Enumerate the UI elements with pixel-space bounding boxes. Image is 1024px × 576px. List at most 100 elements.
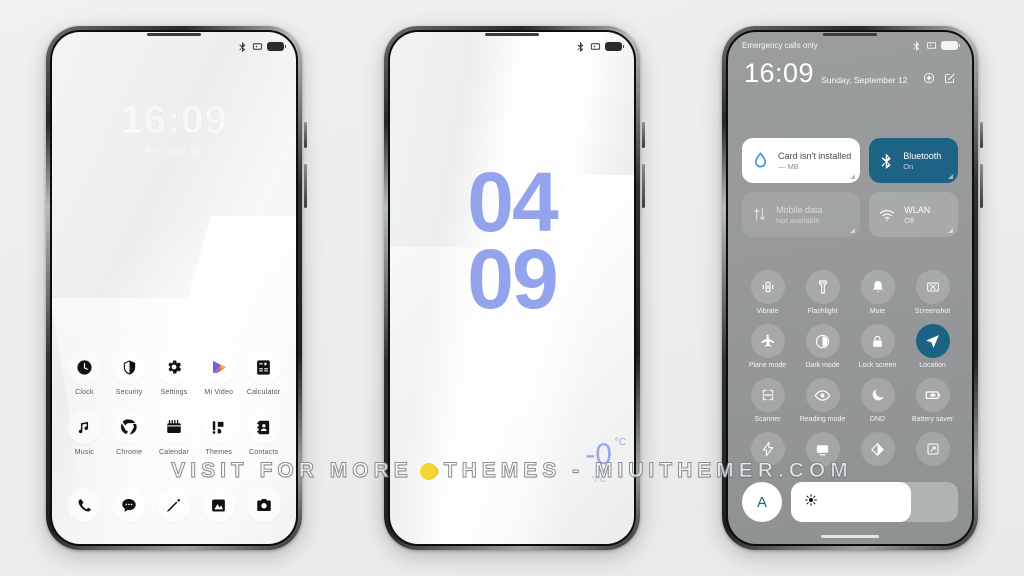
- expand-corner-icon[interactable]: [948, 174, 953, 179]
- tile-mobile-data[interactable]: Mobile data Not available: [742, 192, 861, 237]
- toggle-reading-mode[interactable]: Reading mode: [795, 378, 850, 423]
- dock-messages[interactable]: [107, 488, 152, 522]
- phone-device-control-center: Emergency calls only 16:09 Sunday, Septe…: [722, 26, 983, 550]
- bluetooth-icon: [913, 40, 920, 51]
- pencil-icon: [156, 488, 191, 522]
- app-label: Contacts: [248, 449, 279, 456]
- resize-icon: [915, 432, 950, 466]
- gear-icon: [156, 350, 191, 384]
- toggle-label: Lock screen: [858, 362, 897, 369]
- settings-gear-icon[interactable]: [923, 72, 935, 84]
- toggle-vibrate[interactable]: Vibrate: [740, 270, 795, 315]
- app-mi-video[interactable]: Mi Video: [196, 350, 241, 396]
- toggle-label: Location: [919, 362, 946, 369]
- app-security[interactable]: Security: [107, 350, 152, 396]
- lock-icon: [860, 324, 895, 358]
- auto-brightness-button[interactable]: A: [742, 482, 782, 522]
- tile-title: Mobile data: [776, 204, 823, 215]
- cast-screen-icon: [805, 432, 840, 466]
- battery-icon: [267, 41, 286, 51]
- eye-icon: [805, 378, 840, 412]
- big-tiles-grid: Card isn't installed — MB Bluetooth On M…: [742, 138, 958, 237]
- tile-wlan[interactable]: WLAN Off: [869, 192, 958, 237]
- toggle-label: Plane mode: [748, 362, 787, 369]
- toggle-resize[interactable]: [905, 432, 960, 470]
- app-clock[interactable]: Clock: [62, 350, 107, 396]
- airplane-icon: [750, 324, 785, 358]
- flashlight-icon: [805, 270, 840, 304]
- toggle-label: Scanner: [754, 416, 781, 423]
- toggle-mute[interactable]: Mute: [850, 270, 905, 315]
- toggle-scanner[interactable]: Scanner: [740, 378, 795, 423]
- tile-title: WLAN: [904, 204, 931, 215]
- toggle-battery-saver[interactable]: Battery saver: [905, 378, 960, 423]
- app-music[interactable]: Music: [62, 410, 107, 456]
- mute-icon: [926, 42, 937, 49]
- toggle-label: Screenshot: [914, 308, 951, 315]
- toggle-label: Mute: [869, 308, 886, 315]
- phone1-screen: 16:09 Fri, Sep 10 Clock Security Setting…: [52, 32, 296, 544]
- battery-saver-icon: [915, 378, 950, 412]
- shield-icon: [112, 350, 147, 384]
- screenshot-icon: [915, 270, 950, 304]
- header-time: 16:09: [744, 58, 815, 88]
- app-label: Clock: [75, 389, 94, 396]
- phone-device-clock: 04 09 -0 °C °/°C: [384, 26, 645, 550]
- toggle-plane-mode[interactable]: Plane mode: [740, 324, 795, 369]
- expand-corner-icon[interactable]: [850, 174, 856, 179]
- app-chrome[interactable]: Chrome: [107, 410, 152, 456]
- camera-icon: [246, 488, 281, 522]
- app-settings[interactable]: Settings: [152, 350, 197, 396]
- app-label: Security: [115, 389, 143, 396]
- toggle-location[interactable]: Location: [905, 324, 960, 369]
- app-calculator[interactable]: Calculator: [241, 350, 286, 396]
- tile-title: Card isn't installed: [778, 150, 852, 161]
- tile-bluetooth[interactable]: Bluetooth On: [869, 138, 958, 183]
- dock-phone[interactable]: [62, 488, 107, 522]
- toggle-lock-screen[interactable]: Lock screen: [850, 324, 905, 369]
- app-themes[interactable]: Themes: [196, 410, 241, 456]
- app-label: Themes: [205, 449, 233, 456]
- toggle-flashlight[interactable]: Flashlight: [795, 270, 850, 315]
- bluetooth-icon: [577, 41, 584, 52]
- edit-icon[interactable]: [944, 72, 956, 84]
- dock: [62, 488, 286, 522]
- dock-camera[interactable]: [241, 488, 286, 522]
- tile-title: Bluetooth: [903, 150, 942, 161]
- expand-corner-icon[interactable]: [948, 228, 953, 233]
- expand-corner-icon[interactable]: [850, 228, 856, 233]
- toggle-dark-mode[interactable]: Dark mode: [795, 324, 850, 369]
- app-label: Settings: [160, 389, 188, 396]
- brightness-slider[interactable]: [791, 482, 958, 522]
- water-drop-icon: [754, 152, 767, 168]
- temperature-range: °/°C: [591, 475, 606, 484]
- phone3-status-bar: Emergency calls only: [728, 40, 972, 51]
- tile-sim-storage[interactable]: Card isn't installed — MB: [742, 138, 861, 183]
- calendar-icon: [156, 410, 191, 444]
- app-contacts[interactable]: Contacts: [241, 410, 286, 456]
- toggle-lightning[interactable]: [740, 432, 795, 470]
- app-label: Chrome: [116, 449, 143, 456]
- toggle-dnd[interactable]: DND: [850, 378, 905, 423]
- tile-sub: Not available: [776, 215, 820, 225]
- message-icon: [112, 488, 147, 522]
- music-note-icon: [67, 410, 102, 444]
- toggle-screenshot[interactable]: Screenshot: [905, 270, 960, 315]
- temperature-value: -0 °C: [585, 437, 626, 471]
- contrast-circle-icon: [805, 324, 840, 358]
- scanner-icon: [750, 378, 785, 412]
- weather-widget[interactable]: -0 °C °/°C: [585, 437, 626, 485]
- phone-icon: [67, 488, 102, 522]
- toggle-contrast[interactable]: [850, 432, 905, 470]
- mute-icon: [252, 42, 263, 50]
- toggle-label: Vibrate: [756, 308, 779, 315]
- toggle-cast-screen[interactable]: [795, 432, 850, 470]
- app-calendar[interactable]: Calendar: [152, 410, 197, 456]
- bluetooth-icon: [239, 41, 246, 52]
- dock-gallery[interactable]: [196, 488, 241, 522]
- dock-notes[interactable]: [152, 488, 197, 522]
- earpiece-speaker: [485, 33, 539, 36]
- control-center-header: 16:09 Sunday, September 12: [744, 60, 956, 87]
- earpiece-speaker: [823, 33, 877, 36]
- app-label: Mi Video: [204, 389, 234, 396]
